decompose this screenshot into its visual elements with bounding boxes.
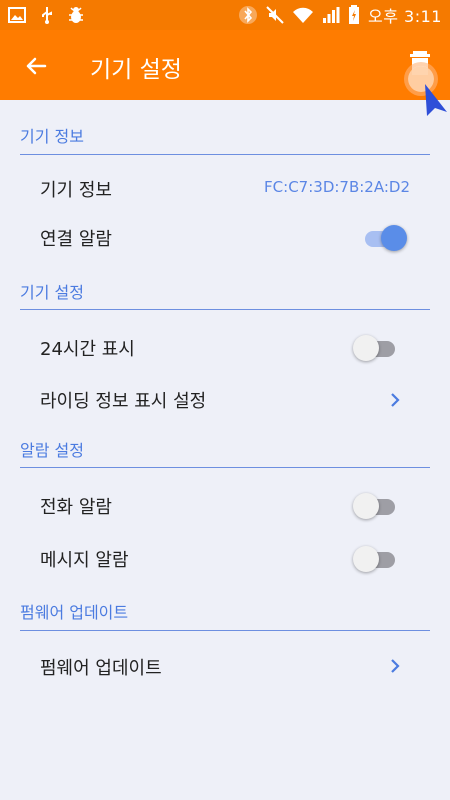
connection-alarm-toggle[interactable] bbox=[361, 224, 407, 252]
section-header-device-info: 기기 정보 bbox=[20, 127, 84, 146]
status-time: 오후 3:11 bbox=[368, 7, 442, 26]
row-firmware-update-label[interactable]: 펌웨어 업데이트 bbox=[40, 654, 162, 680]
row-riding-info-label[interactable]: 라이딩 정보 표시 설정 bbox=[40, 387, 206, 413]
signal-icon bbox=[322, 6, 340, 24]
bluetooth-icon bbox=[238, 5, 258, 25]
message-alarm-toggle[interactable] bbox=[353, 545, 399, 573]
row-24h-display-label: 24시간 표시 bbox=[40, 339, 135, 360]
back-button[interactable] bbox=[18, 48, 54, 84]
section-divider bbox=[20, 630, 430, 631]
battery-icon bbox=[348, 5, 360, 25]
status-bar-right: 오후 3:11 bbox=[238, 4, 442, 26]
section-divider bbox=[20, 309, 430, 310]
bug-icon bbox=[68, 6, 84, 24]
usb-icon bbox=[40, 6, 54, 24]
section-header-firmware: 펌웨어 업데이트 bbox=[20, 603, 129, 622]
status-bar-left bbox=[8, 6, 84, 24]
page-title: 기기 설정 bbox=[90, 57, 182, 83]
status-bar: 오후 3:11 bbox=[0, 0, 450, 30]
app-bar: 기기 설정 bbox=[0, 30, 450, 100]
section-header-alarm-settings: 알람 설정 bbox=[20, 441, 84, 460]
chevron-right-icon[interactable] bbox=[388, 391, 402, 409]
call-alarm-toggle[interactable] bbox=[353, 492, 399, 520]
cursor-arrow-icon bbox=[425, 84, 447, 116]
wifi-icon bbox=[292, 6, 314, 24]
section-header-device-settings: 기기 설정 bbox=[20, 283, 84, 302]
row-device-info-label: 기기 정보 bbox=[40, 180, 112, 201]
back-arrow-icon bbox=[26, 57, 47, 75]
toggle-thumb bbox=[381, 225, 407, 251]
device-mac-address: FC:C7:3D:7B:2A:D2 bbox=[264, 178, 410, 196]
toggle-thumb bbox=[353, 546, 379, 572]
row-connection-alarm-label: 연결 알람 bbox=[40, 229, 112, 250]
chevron-right-icon[interactable] bbox=[388, 657, 402, 675]
row-message-alarm-label: 메시지 알람 bbox=[40, 550, 129, 571]
section-divider bbox=[20, 467, 430, 468]
image-icon bbox=[8, 7, 26, 23]
toggle-thumb bbox=[353, 335, 379, 361]
24h-display-toggle[interactable] bbox=[353, 334, 399, 362]
mute-icon bbox=[266, 6, 284, 24]
row-call-alarm-label: 전화 알람 bbox=[40, 497, 112, 518]
section-divider bbox=[20, 154, 430, 155]
toggle-thumb bbox=[353, 493, 379, 519]
